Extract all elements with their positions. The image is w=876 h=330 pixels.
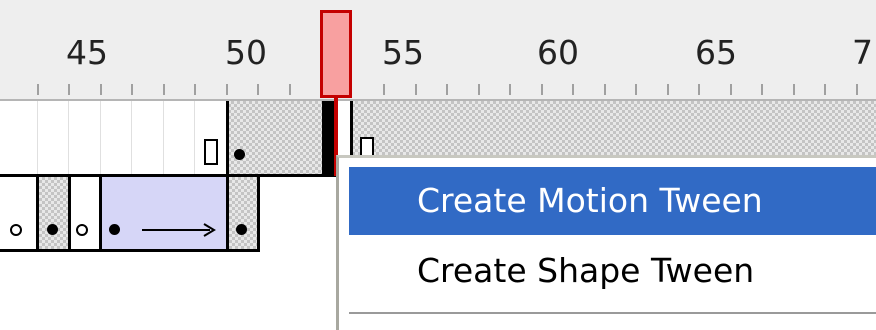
frame-gridline [131, 101, 132, 175]
frame-number-55: 55 [382, 33, 424, 72]
ruler-tick [163, 84, 165, 95]
ruler-tick [100, 84, 102, 95]
menu-item-create-shape-tween[interactable]: Create Shape Tween [349, 237, 876, 305]
blank-keyframe-icon [76, 224, 88, 236]
ruler-tick [509, 84, 511, 95]
keyframe-icon [47, 224, 58, 235]
ruler-tick [68, 84, 70, 95]
layer2-border [257, 174, 260, 252]
ruler-tick [478, 84, 480, 95]
layer2-border [68, 174, 71, 252]
layer2-bottom-border [0, 249, 260, 252]
playhead[interactable] [320, 10, 352, 98]
tween-span[interactable] [102, 177, 228, 250]
context-menu: Create Motion Tween Create Shape Tween [336, 155, 876, 330]
ruler-tick [635, 84, 637, 95]
ruler-tick [793, 84, 795, 95]
keyframe-icon [234, 149, 245, 160]
frame-end-icon [204, 139, 218, 165]
layer2-hatch-cell[interactable] [39, 177, 70, 250]
frame-gridline [194, 101, 195, 175]
layer1-frame-span[interactable] [228, 101, 326, 175]
ruler-tick [257, 84, 259, 95]
ruler-tick [446, 84, 448, 95]
frame-number-70: 7 [852, 33, 873, 72]
ruler-tick [383, 84, 385, 95]
ruler-tick [541, 84, 543, 95]
menu-separator [349, 312, 876, 314]
ruler-tick [131, 84, 133, 95]
ruler-tick [289, 84, 291, 95]
ruler-tick [194, 84, 196, 95]
frame-gridline [37, 101, 38, 175]
tween-arrow-icon [142, 223, 216, 237]
ruler-tick [730, 84, 732, 95]
ruler-tick [604, 84, 606, 95]
ruler-tick [37, 84, 39, 95]
selected-frame-block [322, 101, 334, 175]
frame-number-45: 45 [66, 33, 108, 72]
blank-keyframe-icon [10, 224, 22, 236]
frame-gridline [100, 101, 101, 175]
layer1-frame-border-right [350, 101, 353, 155]
keyframe-icon [236, 224, 247, 235]
frame-number-50: 50 [225, 33, 267, 72]
frame-number-60: 60 [537, 33, 579, 72]
ruler-tick [698, 84, 700, 95]
layer1-frame-border [226, 101, 229, 175]
layer2-hatch-cell-end[interactable] [229, 177, 257, 250]
menu-item-create-motion-tween[interactable]: Create Motion Tween [349, 167, 876, 235]
ruler-tick [667, 84, 669, 95]
ruler-tick [856, 84, 858, 95]
frame-number-65: 65 [695, 33, 737, 72]
ruler-tick [415, 84, 417, 95]
ruler-tick [572, 84, 574, 95]
ruler-tick [824, 84, 826, 95]
frame-gridline [68, 101, 69, 175]
timeline-ruler[interactable]: 45 50 55 60 65 7 [0, 0, 876, 101]
frame-gridline [163, 101, 164, 175]
keyframe-icon [109, 224, 120, 235]
ruler-tick [226, 84, 228, 95]
ruler-tick [761, 84, 763, 95]
layer1-frame-span-right[interactable] [352, 101, 876, 155]
